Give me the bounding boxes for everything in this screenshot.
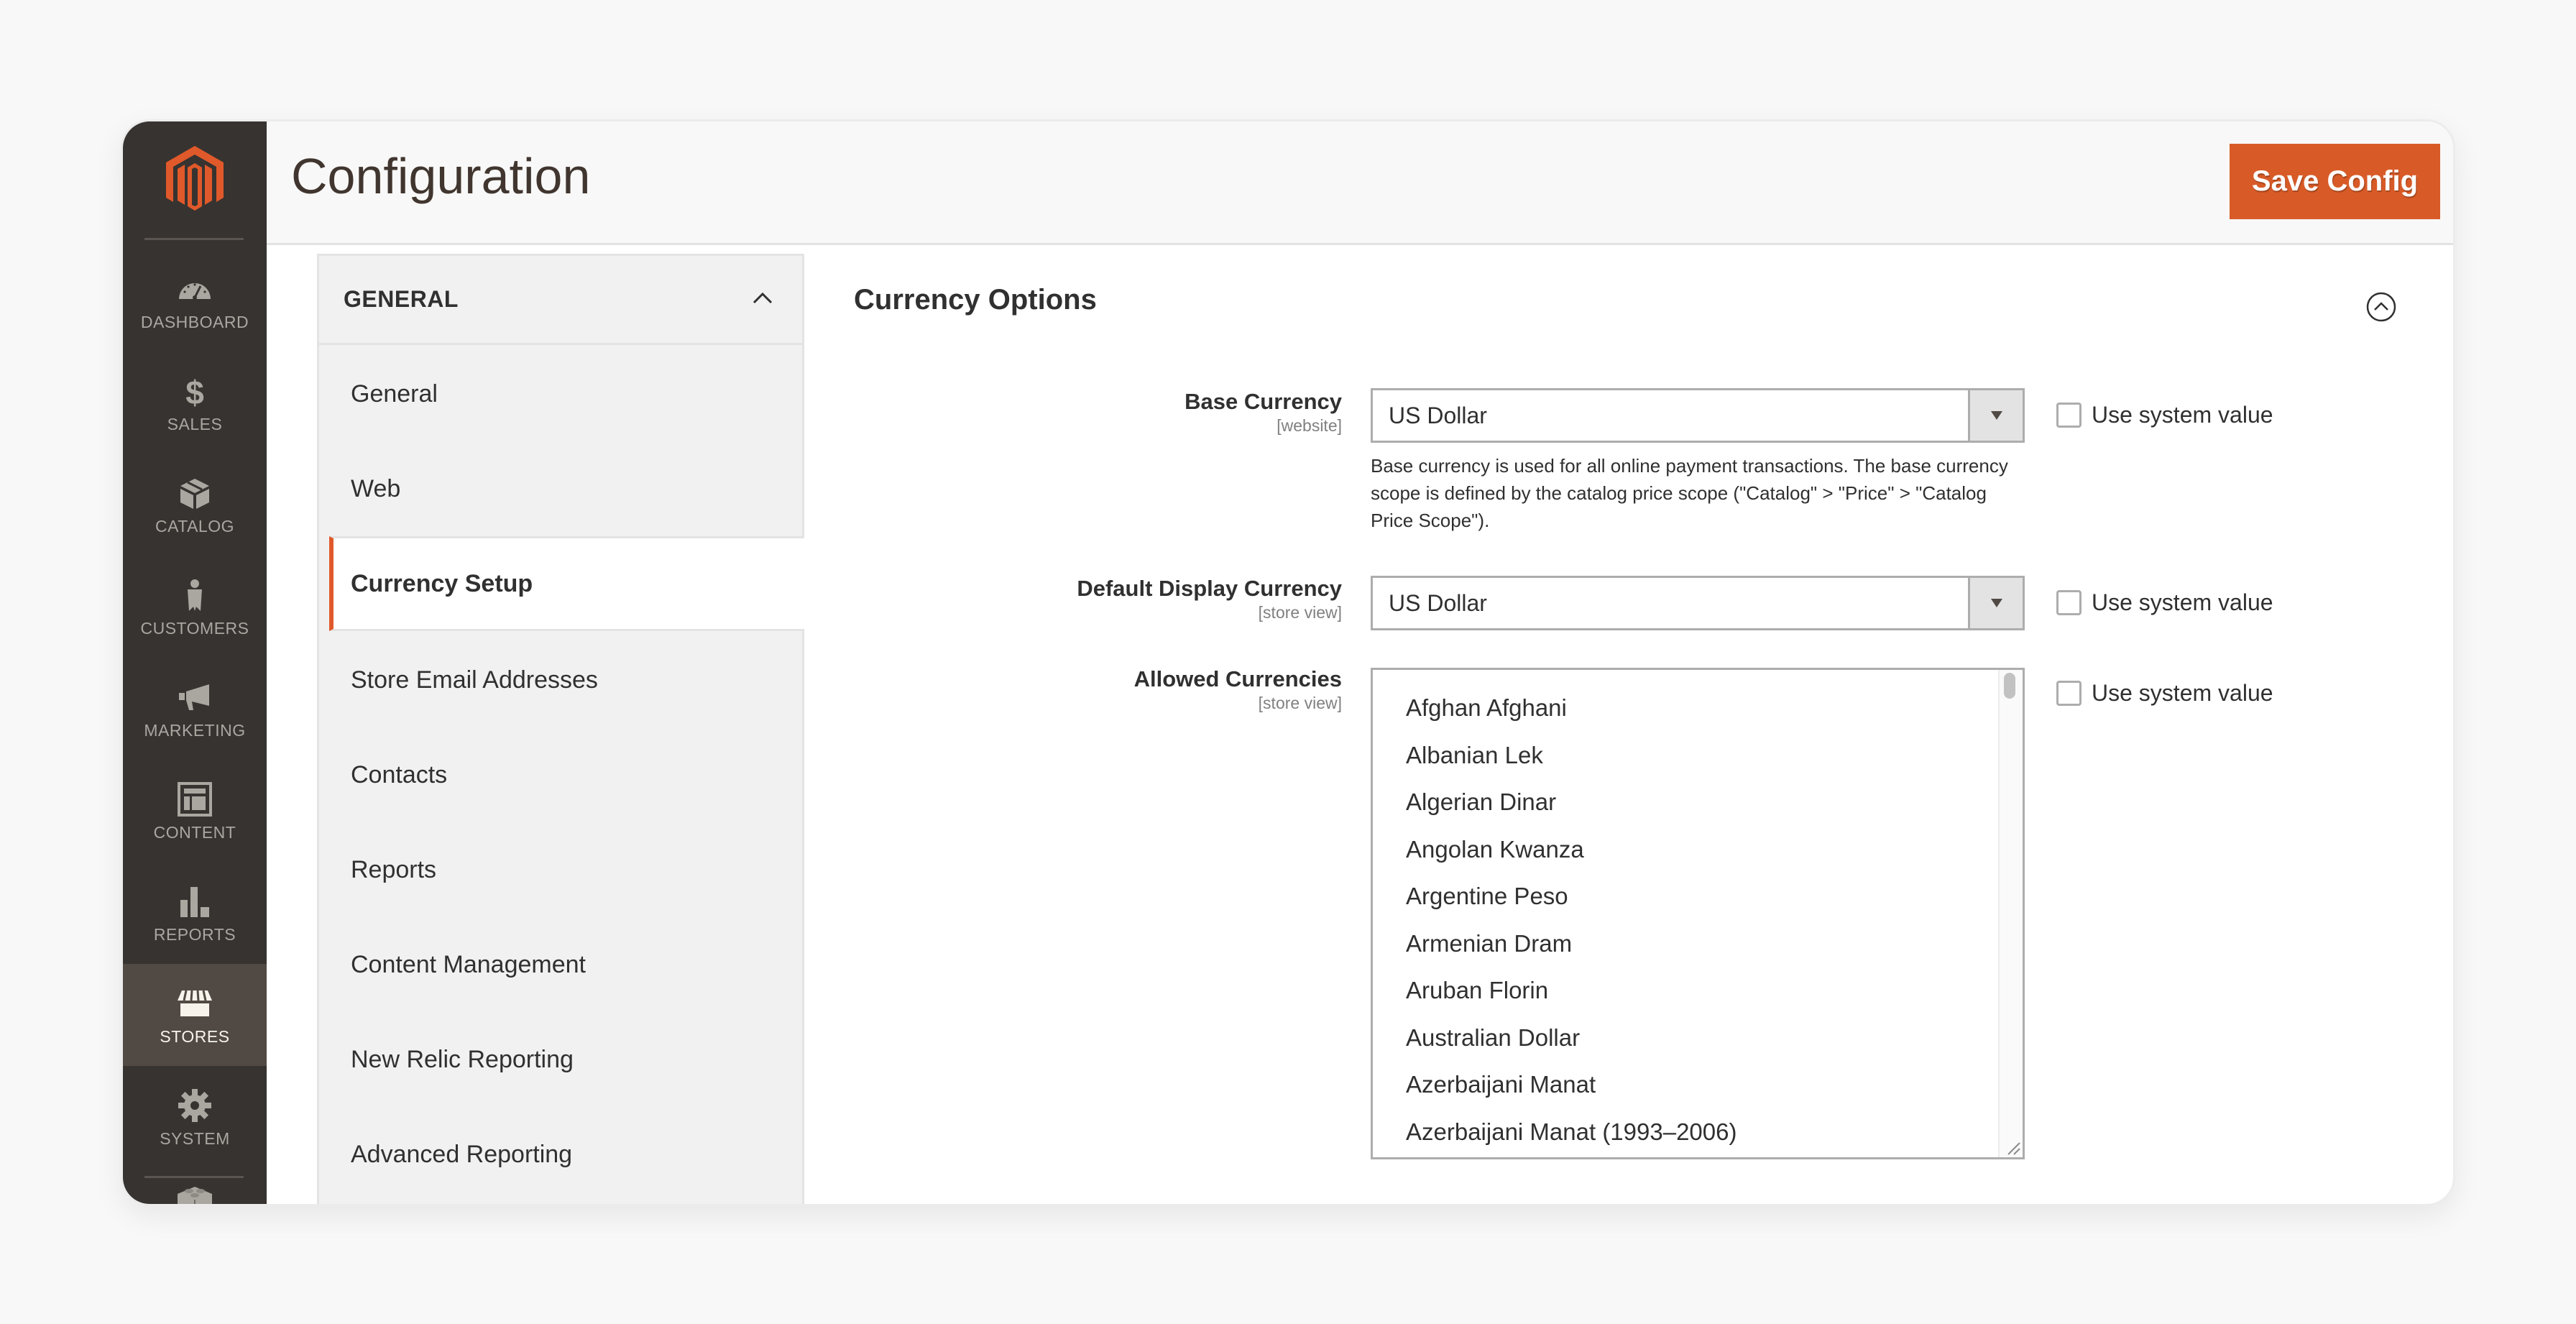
sidebar-item-dashboard[interactable]: Dashboard xyxy=(123,249,267,351)
layout-icon xyxy=(175,780,214,819)
bar-chart-icon xyxy=(175,882,214,921)
dashboard-gauge-icon xyxy=(175,270,214,308)
base-currency-hint: Base currency is used for all online pay… xyxy=(1371,455,2008,531)
dollar-icon: $ xyxy=(175,372,214,410)
field-label: Allowed Currencies xyxy=(1133,666,1342,691)
currency-option[interactable]: Azerbaijani Manat (1993–2006) xyxy=(1373,1108,2023,1156)
config-nav-item-new-relic-reporting[interactable]: New Relic Reporting xyxy=(319,1012,802,1107)
sidebar-divider xyxy=(144,238,244,240)
section-title: Currency Options xyxy=(854,284,1097,316)
config-nav-panel: GENERAL General Web Currency Setup Store… xyxy=(317,254,804,1204)
sidebar-item-label: Content xyxy=(153,822,236,842)
default-display-currency-label: Default Display Currency [store view] xyxy=(1077,576,1342,622)
megaphone-icon xyxy=(175,678,214,717)
sidebar-item-reports[interactable]: Reports xyxy=(123,862,267,964)
currency-option[interactable]: Aruban Florin xyxy=(1373,967,2023,1014)
extensions-lego-icon[interactable] xyxy=(175,1182,215,1204)
dropdown-arrow-icon xyxy=(1968,578,2023,628)
dropdown-arrow-icon xyxy=(1968,390,2023,441)
sidebar-item-system[interactable]: System xyxy=(123,1066,267,1168)
sidebar-item-catalog[interactable]: Catalog xyxy=(123,454,267,556)
config-nav-item-general[interactable]: General xyxy=(319,346,802,441)
storefront-icon xyxy=(175,984,214,1023)
checkbox[interactable] xyxy=(2056,403,2082,428)
sidebar-item-customers[interactable]: Customers xyxy=(123,556,267,658)
sidebar-item-content[interactable]: Content xyxy=(123,760,267,862)
sidebar-divider xyxy=(144,1176,244,1178)
allowed-currencies-multiselect[interactable]: Afghan Afghani Albanian Lek Algerian Din… xyxy=(1371,668,2025,1159)
config-nav-item-reports[interactable]: Reports xyxy=(319,822,802,917)
sidebar-item-label: Customers xyxy=(140,618,249,638)
config-nav-item-store-email-addresses[interactable]: Store Email Addresses xyxy=(319,633,802,727)
checkbox[interactable] xyxy=(2056,681,2082,706)
save-config-button[interactable]: Save Config xyxy=(2230,144,2440,219)
currency-option[interactable]: Armenian Dram xyxy=(1373,920,2023,967)
select-value: US Dollar xyxy=(1389,402,1487,428)
checkbox-label: Use system value xyxy=(2092,402,2273,428)
currency-options-list: Afghan Afghani Albanian Lek Algerian Din… xyxy=(1373,670,2023,1155)
gear-icon xyxy=(175,1086,214,1125)
sidebar-item-marketing[interactable]: Marketing xyxy=(123,658,267,760)
sidebar-item-stores[interactable]: Stores xyxy=(123,964,267,1066)
base-currency-use-system-value[interactable]: Use system value xyxy=(2056,402,2273,428)
svg-text:$: $ xyxy=(185,374,204,410)
page-header: Configuration Save Config xyxy=(267,121,2453,245)
field-label: Base Currency xyxy=(1184,389,1342,414)
field-scope: [website] xyxy=(1276,416,1342,435)
scrollbar-thumb[interactable] xyxy=(2004,673,2015,699)
default-display-currency-use-system-value[interactable]: Use system value xyxy=(2056,589,2273,616)
allowed-currencies-use-system-value[interactable]: Use system value xyxy=(2056,680,2273,707)
sidebar-item-label: Dashboard xyxy=(140,312,249,331)
config-nav-item-web[interactable]: Web xyxy=(319,441,802,536)
select-value: US Dollar xyxy=(1389,589,1487,616)
admin-window: Dashboard $ Sales Catalog Customers Mark… xyxy=(121,119,2455,1206)
field-scope: [store view] xyxy=(1258,694,1342,712)
config-nav-item-advanced-reporting[interactable]: Advanced Reporting xyxy=(319,1107,802,1202)
default-display-currency-select[interactable]: US Dollar xyxy=(1371,576,2025,630)
listbox-scrollbar[interactable] xyxy=(1998,670,2023,1157)
config-group-general-toggle[interactable]: GENERAL xyxy=(319,256,802,345)
config-nav-item-currency-setup[interactable]: Currency Setup xyxy=(329,536,804,631)
field-scope: [store view] xyxy=(1258,603,1342,622)
currency-option[interactable]: Argentine Peso xyxy=(1373,873,2023,920)
base-currency-select[interactable]: US Dollar xyxy=(1371,388,2025,443)
box-icon xyxy=(175,474,214,512)
resize-handle-icon[interactable] xyxy=(2004,1139,2021,1156)
admin-sidebar: Dashboard $ Sales Catalog Customers Mark… xyxy=(123,121,267,1204)
allowed-currencies-label: Allowed Currencies [store view] xyxy=(1134,666,1342,713)
sidebar-item-label: Sales xyxy=(167,414,223,433)
currency-option[interactable]: Australian Dollar xyxy=(1373,1014,2023,1062)
config-group-title: GENERAL xyxy=(344,286,459,312)
sidebar-item-label: Marketing xyxy=(144,720,246,740)
currency-option[interactable]: Azerbaijani Manat xyxy=(1373,1061,2023,1108)
checkbox-label: Use system value xyxy=(2092,589,2273,615)
config-nav-item-contacts[interactable]: Contacts xyxy=(319,727,802,822)
base-currency-label: Base Currency [website] xyxy=(1184,389,1342,436)
currency-option[interactable]: Afghan Afghani xyxy=(1373,684,2023,732)
page-title: Configuration xyxy=(291,148,591,204)
checkbox[interactable] xyxy=(2056,590,2082,615)
person-icon xyxy=(175,576,214,615)
collapse-section-icon[interactable] xyxy=(2365,291,2397,323)
chevron-up-icon xyxy=(752,290,773,308)
currency-option[interactable]: Angolan Kwanza xyxy=(1373,826,2023,873)
sidebar-item-label: System xyxy=(160,1128,230,1148)
currency-option[interactable]: Algerian Dinar xyxy=(1373,778,2023,826)
currency-option[interactable]: Albanian Lek xyxy=(1373,732,2023,779)
config-nav-item-content-management[interactable]: Content Management xyxy=(319,917,802,1012)
checkbox-label: Use system value xyxy=(2092,680,2273,706)
magento-logo-icon[interactable] xyxy=(159,143,231,215)
sidebar-item-label: Reports xyxy=(153,924,236,944)
field-label: Default Display Currency xyxy=(1077,576,1342,601)
sidebar-item-label: Catalog xyxy=(155,516,234,535)
sidebar-item-label: Stores xyxy=(160,1026,230,1046)
sidebar-item-sales[interactable]: $ Sales xyxy=(123,351,267,454)
